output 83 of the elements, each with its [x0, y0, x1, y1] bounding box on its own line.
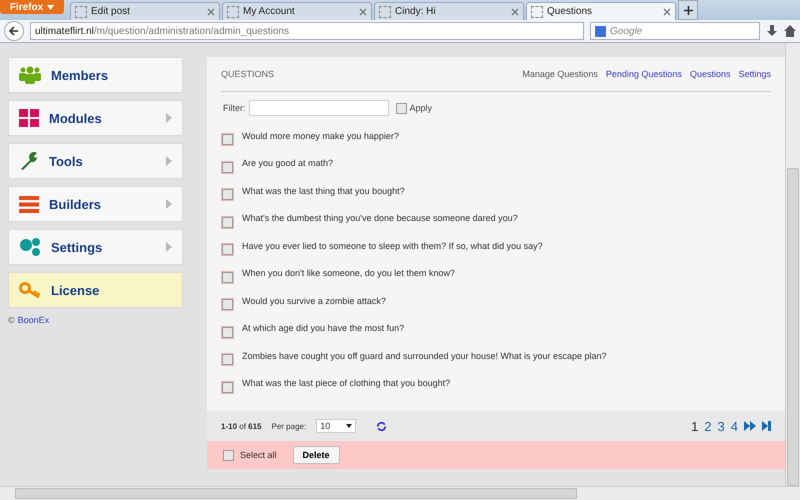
download-icon[interactable]	[766, 25, 778, 37]
sidebar-item[interactable]: Modules	[8, 100, 183, 136]
apply-label: Apply	[410, 103, 432, 113]
question-text: What was the last piece of clothing that you bought?	[242, 378, 450, 388]
filter-label: Filter:	[223, 103, 246, 113]
question-text: What's the dumbest thing you've done because someone dared you?	[242, 213, 518, 224]
panel-link[interactable]: Questions	[690, 69, 730, 79]
page-link[interactable]: 3	[718, 418, 725, 434]
question-text: Zombies have cought you off guard and surrounded your house! What is your escape plan?	[242, 350, 607, 361]
question-text: When you don't like someone, do you let them know?	[242, 268, 455, 278]
last-page-icon[interactable]	[762, 421, 771, 431]
search-field[interactable]: Google	[590, 22, 760, 40]
horizontal-scrollbar[interactable]	[0, 486, 800, 500]
sidebar-item[interactable]: Builders	[8, 186, 183, 222]
panel-title: QUESTIONS	[221, 69, 274, 79]
question-text: Have you ever lied to someone to sleep with them? If so, what did you say?	[242, 240, 543, 251]
question-checkbox[interactable]	[222, 134, 233, 146]
question-text: At which age did you have the most fun?	[242, 323, 404, 334]
question-text: Are you good at math?	[242, 158, 334, 168]
bars-icon	[19, 196, 39, 212]
question-text: Would you survive a zombie attack?	[242, 296, 386, 306]
boonex-link[interactable]: BoonEx	[18, 315, 50, 325]
delete-button[interactable]: Delete	[292, 446, 340, 464]
new-tab-button[interactable]	[678, 0, 698, 20]
page-link[interactable]: 4	[730, 418, 738, 434]
home-icon[interactable]	[784, 25, 796, 37]
sidebar-item[interactable]: Tools	[8, 143, 183, 179]
refresh-icon[interactable]	[376, 420, 388, 432]
question-checkbox[interactable]	[222, 272, 233, 283]
page-icon	[379, 6, 391, 18]
sidebar-item[interactable]: Settings	[8, 229, 183, 265]
key-icon	[19, 281, 41, 299]
question-text: Would more money make you happier?	[242, 130, 399, 141]
question-text: What was the last thing that you bought?	[242, 186, 405, 196]
question-checkbox[interactable]	[222, 382, 233, 393]
panel-link[interactable]: Manage Questions	[522, 69, 598, 79]
back-button[interactable]	[4, 21, 24, 41]
gears-icon	[19, 237, 41, 257]
next-icon[interactable]	[744, 421, 756, 431]
filter-field[interactable]	[248, 100, 388, 116]
browser-tab[interactable]: Questions	[526, 2, 676, 20]
question-checkbox[interactable]	[222, 244, 233, 256]
vertical-scrollbar[interactable]	[785, 43, 800, 486]
page-link[interactable]: 1	[691, 418, 698, 434]
question-checkbox[interactable]	[222, 354, 233, 366]
people-icon	[19, 66, 41, 84]
grid-icon	[19, 109, 39, 127]
sidebar-item[interactable]: License	[8, 272, 183, 308]
close-icon[interactable]	[359, 8, 367, 16]
page-icon	[531, 6, 543, 18]
back-arrow-icon	[9, 26, 19, 36]
question-checkbox[interactable]	[222, 162, 233, 173]
sidebar-item[interactable]: Members	[8, 57, 183, 93]
page-icon	[75, 6, 87, 18]
url-host: ultimateflirt.nl	[35, 26, 94, 36]
wrench-icon	[19, 151, 39, 171]
select-all-label: Select all	[240, 450, 277, 460]
apply-checkbox[interactable]	[396, 102, 406, 114]
panel-link[interactable]: Settings	[738, 69, 771, 79]
plus-icon	[684, 6, 692, 14]
url-path: /m/question/administration/admin_questions	[94, 26, 290, 36]
page-link[interactable]: 2	[704, 418, 712, 434]
close-icon[interactable]	[663, 8, 671, 16]
panel-link[interactable]: Pending Questions	[606, 69, 682, 79]
question-checkbox[interactable]	[222, 299, 233, 310]
caret-icon	[346, 424, 352, 428]
close-icon[interactable]	[511, 8, 519, 16]
close-icon[interactable]	[207, 8, 215, 16]
search-engine-icon	[595, 26, 606, 36]
per-page-label: Per page:	[272, 422, 306, 430]
question-checkbox[interactable]	[222, 189, 233, 200]
copyright-sign: ©	[8, 315, 15, 325]
address-field[interactable]: ultimateflirt.nl/m/question/administration/admin_questions	[30, 22, 584, 40]
question-checkbox[interactable]	[222, 326, 233, 338]
range-text: 1-10 of 615	[221, 422, 262, 430]
browser-tab[interactable]: Cindy: Hi	[374, 2, 524, 20]
question-checkbox[interactable]	[222, 216, 233, 228]
per-page-select[interactable]: 10	[316, 419, 356, 433]
page-icon	[227, 6, 239, 18]
caret-icon	[47, 4, 54, 10]
select-all-checkbox[interactable]	[223, 450, 234, 460]
browser-tab[interactable]: Edit post	[70, 2, 220, 20]
browser-tab[interactable]: My Account	[222, 2, 372, 20]
